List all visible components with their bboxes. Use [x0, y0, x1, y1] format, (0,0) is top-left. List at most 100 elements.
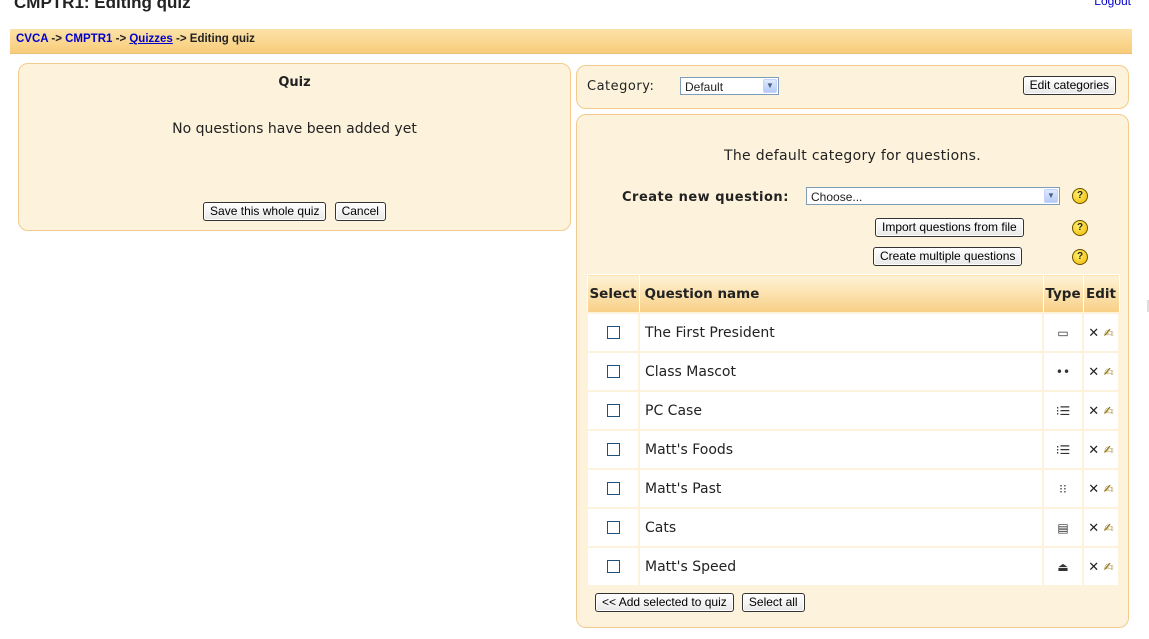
edit-icon[interactable]: ✍ [1104, 404, 1114, 418]
edit-cell: ✕ ✍ [1082, 507, 1120, 548]
type-cell: ⁝☰ [1042, 390, 1084, 431]
import-questions-button[interactable]: Import questions from file [875, 218, 1024, 237]
create-question-placeholder: Choose... [811, 190, 863, 204]
category-label: Category: [587, 79, 655, 94]
breadcrumb-current: Editing quiz [189, 33, 255, 45]
select-cell [586, 312, 640, 353]
category-selected-value: Default [685, 80, 724, 94]
save-quiz-button[interactable]: Save this whole quiz [203, 202, 327, 221]
select-checkbox[interactable] [606, 365, 620, 378]
table-row: Matt's Speed ⏏ ✕ ✍ [586, 546, 1120, 587]
quiz-heading: Quiz [278, 75, 311, 90]
edit-cell: ✕ ✍ [1082, 429, 1120, 470]
delete-icon[interactable]: ✕ [1088, 404, 1099, 419]
edit-cell: ✕ ✍ [1082, 468, 1120, 509]
select-cell [586, 351, 640, 392]
help-icon[interactable]: ? [1072, 188, 1088, 204]
questions-table: Select Question name Type Edit The First… [586, 274, 1120, 587]
truefalse-icon: •• [1055, 364, 1071, 379]
bottom-button-row: << Add selected to quiz Select all [593, 593, 807, 612]
column-header-select: Select [586, 274, 640, 314]
edit-categories-button[interactable]: Edit categories [1022, 76, 1116, 95]
question-name: Cats [638, 507, 1044, 548]
select-cell [586, 390, 640, 431]
quiz-panel: Quiz No questions have been added yet Sa… [18, 63, 571, 231]
navbar: CVCA -> CMPTR1 -> Quizzes -> Editing qui… [10, 29, 1132, 54]
question-bank-panel: The default category for questions. Crea… [576, 114, 1129, 628]
question-name: Matt's Speed [638, 546, 1044, 587]
select-cell [586, 429, 640, 470]
select-cell [586, 507, 640, 548]
delete-icon[interactable]: ✕ [1088, 482, 1099, 497]
column-header-name: Question name [638, 274, 1044, 314]
select-checkbox[interactable] [606, 443, 620, 456]
category-panel: Category: Default ▼ Edit categories [576, 65, 1129, 109]
breadcrumb-separator: -> [115, 33, 127, 45]
category-select[interactable]: Default ▼ [680, 77, 779, 95]
empty-quiz-message: No questions have been added yet [172, 121, 417, 137]
select-all-button[interactable]: Select all [741, 593, 805, 612]
edit-cell: ✕ ✍ [1082, 390, 1120, 431]
breadcrumb-course[interactable]: CMPTR1 [65, 33, 112, 45]
column-header-type: Type [1042, 274, 1084, 314]
multichoice-icon: ⁝☰ [1055, 442, 1071, 457]
cancel-button[interactable]: Cancel [334, 202, 386, 221]
type-cell: ▤ [1042, 507, 1084, 548]
edit-icon[interactable]: ✍ [1104, 560, 1114, 574]
page-title: CMPTR1: Editing quiz [14, 0, 191, 12]
edit-cell: ✕ ✍ [1082, 351, 1120, 392]
question-name: The First President [638, 312, 1044, 353]
table-row: The First President ▭ ✕ ✍ [586, 312, 1120, 353]
edit-icon[interactable]: ✍ [1104, 365, 1114, 379]
chevron-down-icon: ▼ [763, 79, 777, 93]
create-question-label: Create new question: [622, 190, 789, 205]
table-row: Cats ▤ ✕ ✍ [586, 507, 1120, 548]
delete-icon[interactable]: ✕ [1088, 521, 1099, 536]
edit-cell: ✕ ✍ [1082, 546, 1120, 587]
breadcrumb-quizzes[interactable]: Quizzes [129, 33, 172, 45]
question-name: Matt's Past [638, 468, 1044, 509]
category-description: The default category for questions. [724, 148, 981, 164]
delete-icon[interactable]: ✕ [1088, 326, 1099, 341]
edit-icon[interactable]: ✍ [1104, 521, 1114, 535]
table-row: Matt's Foods ⁝☰ ✕ ✍ [586, 429, 1120, 470]
table-row: Matt's Past ⁝⁝ ✕ ✍ [586, 468, 1120, 509]
add-selected-to-quiz-button[interactable]: << Add selected to quiz [595, 593, 734, 612]
delete-icon[interactable]: ✕ [1088, 365, 1099, 380]
question-name: Class Mascot [638, 351, 1044, 392]
essay-icon: ▤ [1057, 520, 1069, 535]
column-header-edit: Edit [1082, 274, 1120, 314]
type-cell: •• [1042, 351, 1084, 392]
edit-icon[interactable]: ✍ [1104, 326, 1114, 340]
multichoice-icon: ⁝☰ [1055, 403, 1071, 418]
breadcrumb: CVCA -> CMPTR1 -> Quizzes -> Editing qui… [16, 33, 255, 45]
delete-icon[interactable]: ✕ [1088, 443, 1099, 458]
numerical-icon: ⏏ [1057, 559, 1069, 574]
type-cell: ▭ [1042, 312, 1084, 353]
matching-icon: ⁝⁝ [1059, 481, 1067, 496]
select-checkbox[interactable] [606, 521, 620, 534]
breadcrumb-separator: -> [176, 33, 187, 45]
edit-icon[interactable]: ✍ [1104, 443, 1114, 457]
question-name: Matt's Foods [638, 429, 1044, 470]
select-checkbox[interactable] [606, 482, 620, 495]
select-cell [586, 546, 640, 587]
shortanswer-icon: ▭ [1057, 325, 1069, 340]
select-checkbox[interactable] [606, 404, 620, 417]
edit-icon[interactable]: ✍ [1104, 482, 1114, 496]
question-name: PC Case [638, 390, 1044, 431]
help-icon[interactable]: ? [1072, 220, 1088, 236]
breadcrumb-cvca[interactable]: CVCA [16, 33, 48, 45]
select-checkbox[interactable] [606, 560, 620, 573]
select-cell [586, 468, 640, 509]
select-checkbox[interactable] [606, 326, 620, 339]
type-cell: ⁝⁝ [1042, 468, 1084, 509]
table-row: PC Case ⁝☰ ✕ ✍ [586, 390, 1120, 431]
type-cell: ⏏ [1042, 546, 1084, 587]
help-icon[interactable]: ? [1072, 249, 1088, 265]
create-multiple-questions-button[interactable]: Create multiple questions [873, 247, 1023, 266]
delete-icon[interactable]: ✕ [1088, 560, 1099, 575]
table-row: Class Mascot •• ✕ ✍ [586, 351, 1120, 392]
create-question-select[interactable]: Choose... ▼ [806, 187, 1060, 205]
logout-link[interactable]: Logout [1094, 0, 1131, 8]
